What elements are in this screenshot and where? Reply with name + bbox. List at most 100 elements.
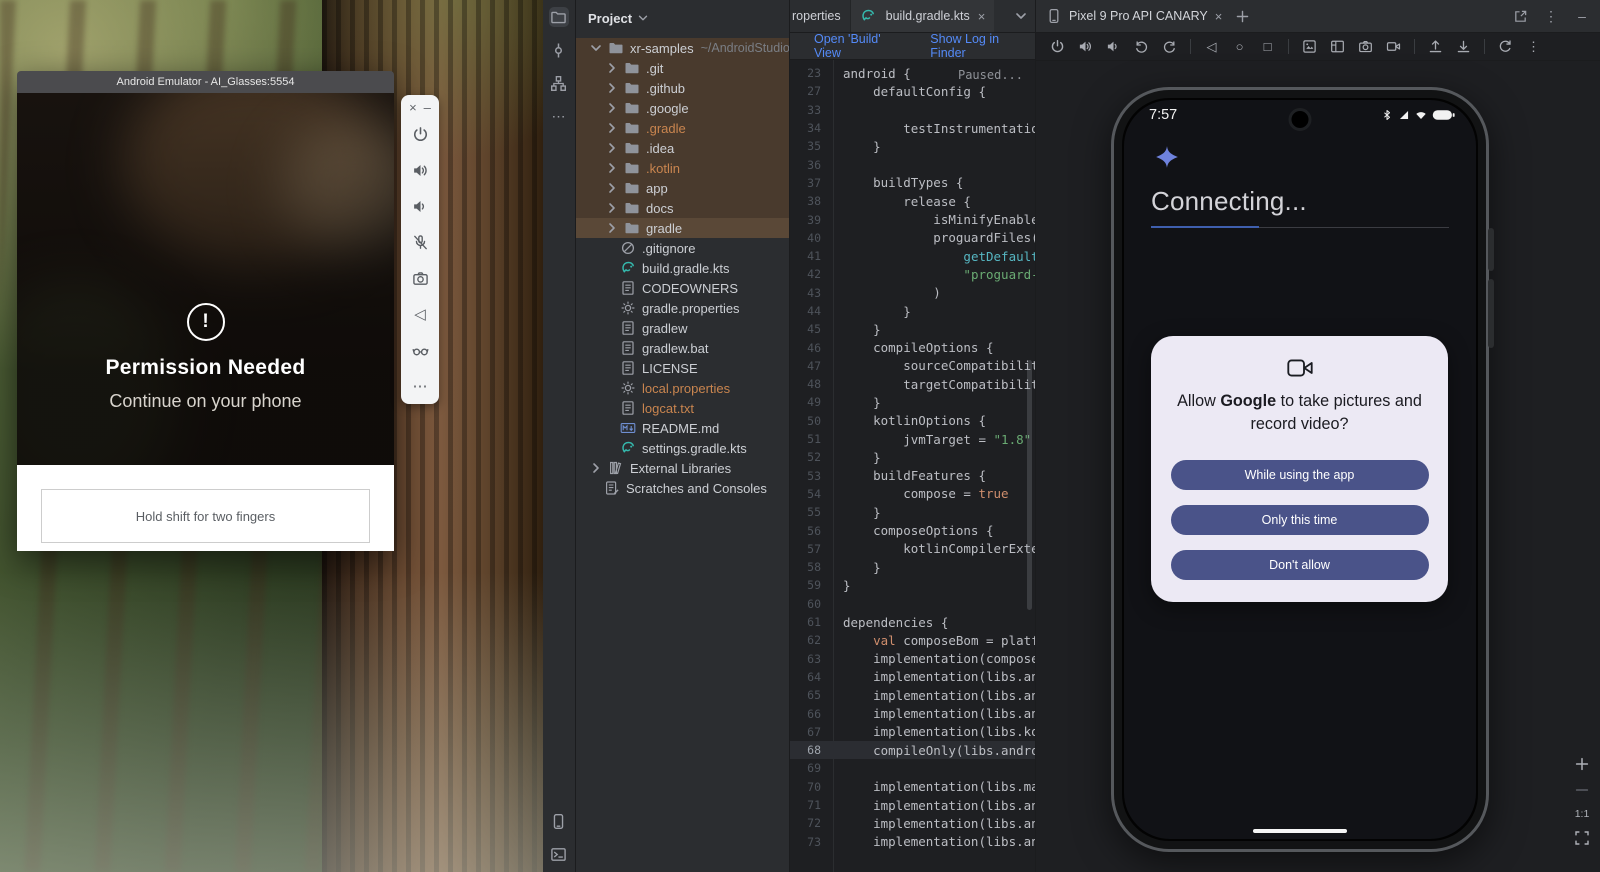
tree-item-external-libraries[interactable]: External Libraries [576, 458, 789, 478]
zoom-out-icon[interactable] [1574, 782, 1590, 798]
fit-screen-icon[interactable] [1574, 830, 1590, 846]
tree-item-label: gradle [646, 221, 682, 236]
open-build-view-link[interactable]: Open 'Build' View [814, 32, 908, 60]
code-line-35: 35 } [790, 137, 1035, 155]
structure-icon[interactable] [549, 73, 569, 93]
gradle-icon [620, 260, 636, 276]
upload-icon[interactable] [1428, 39, 1443, 54]
close-tab-icon[interactable]: × [978, 9, 986, 24]
more-vertical-icon[interactable]: ⋮ [1526, 39, 1541, 54]
volume-down-icon[interactable] [1106, 39, 1121, 54]
dialog-button-while-using-the-app[interactable]: While using the app [1171, 460, 1429, 490]
editor-scrollbar[interactable] [1027, 360, 1032, 610]
camera-icon[interactable] [412, 270, 429, 287]
tree-item-gradlew-bat[interactable]: gradlew.bat [576, 338, 789, 358]
add-device-tab-icon[interactable] [1235, 9, 1250, 24]
emulator-window-title[interactable]: Android Emulator - AI_Glasses:5554 [17, 71, 394, 93]
dialog-button-only-this-time[interactable]: Only this time [1171, 505, 1429, 535]
rotate-right-icon[interactable] [1162, 39, 1177, 54]
tree-item-readme-md[interactable]: README.md [576, 418, 789, 438]
close-device-tab-icon[interactable]: × [1215, 9, 1223, 24]
overview-icon[interactable]: □ [1260, 39, 1275, 54]
line-number: 44 [790, 304, 833, 318]
chevron-right-icon[interactable] [604, 100, 620, 116]
tab-build-gradle-kts[interactable]: build.gradle.kts × [851, 0, 995, 32]
close-icon[interactable]: × [409, 101, 417, 115]
commit-icon[interactable] [549, 40, 569, 60]
power-icon[interactable] [412, 126, 429, 143]
chevron-right-icon[interactable] [604, 160, 620, 176]
chevron-right-icon[interactable] [604, 60, 620, 76]
tree-item-gradlew[interactable]: gradlew [576, 318, 789, 338]
tree-item-docs[interactable]: docs [576, 198, 789, 218]
chevron-right-icon[interactable] [588, 460, 604, 476]
chevron-right-icon[interactable] [604, 140, 620, 156]
tree-item--idea[interactable]: .idea [576, 138, 789, 158]
chevron-right-icon[interactable] [604, 220, 620, 236]
line-number: 63 [790, 652, 833, 666]
device-phone-icon[interactable] [549, 811, 569, 831]
back-icon[interactable]: ◁ [412, 306, 429, 323]
tree-item-build-gradle-kts[interactable]: build.gradle.kts [576, 258, 789, 278]
project-panel-title[interactable]: Project [588, 11, 632, 26]
chevron-right-icon[interactable] [604, 200, 620, 216]
tree-item-app[interactable]: app [576, 178, 789, 198]
tab-gradle-properties[interactable]: roperties [790, 0, 851, 32]
minimize-icon[interactable]: – [424, 101, 431, 115]
emulator-screen[interactable]: ! Permission Needed Continue on your pho… [17, 93, 394, 465]
home-icon[interactable]: ○ [1232, 39, 1247, 54]
rotate-left-icon[interactable] [1134, 39, 1149, 54]
desktop-screen: Android Emulator - AI_Glasses:5554 ! Per… [0, 0, 1600, 872]
hide-panel-icon[interactable]: – [1574, 8, 1590, 24]
back-icon[interactable]: ◁ [1204, 39, 1219, 54]
tree-item--github[interactable]: .github [576, 78, 789, 98]
tree-item--gradle[interactable]: .gradle [576, 118, 789, 138]
chevron-right-icon[interactable] [604, 80, 620, 96]
screenshot-icon[interactable] [1302, 39, 1317, 54]
volume-up-icon[interactable] [1078, 39, 1093, 54]
home-indicator[interactable] [1253, 829, 1347, 833]
camera-icon[interactable] [1358, 39, 1373, 54]
more-icon[interactable]: ⋯ [412, 378, 429, 395]
project-folder-icon[interactable] [549, 7, 569, 27]
chevron-right-icon[interactable] [604, 120, 620, 136]
code-line-60: 60 [790, 595, 1035, 613]
tree-item--git[interactable]: .git [576, 58, 789, 78]
camera-permission-dialog: Allow Google to take pictures and record… [1151, 336, 1448, 602]
tree-item-gradle[interactable]: gradle [576, 218, 789, 238]
tree-item-settings-gradle-kts[interactable]: settings.gradle.kts [576, 438, 789, 458]
chevron-right-icon[interactable] [604, 180, 620, 196]
tree-item--google[interactable]: .google [576, 98, 789, 118]
mic-off-icon[interactable] [412, 234, 429, 251]
video-icon[interactable] [1386, 39, 1401, 54]
chevron-down-icon[interactable] [588, 40, 604, 56]
tree-item--kotlin[interactable]: .kotlin [576, 158, 789, 178]
tree-item-local-properties[interactable]: local.properties [576, 378, 789, 398]
glasses-icon[interactable] [412, 342, 429, 359]
dialog-button-don-t-allow[interactable]: Don't allow [1171, 550, 1429, 580]
more-icon[interactable]: ⋯ [549, 106, 569, 126]
tree-item-logcat-txt[interactable]: logcat.txt [576, 398, 789, 418]
zoom-in-icon[interactable] [1574, 756, 1590, 772]
tree-item-xr-samples[interactable]: xr-samples~/AndroidStudioProje [576, 38, 789, 58]
volume-up-icon[interactable] [412, 162, 429, 179]
power-icon[interactable] [1050, 39, 1065, 54]
terminal-icon[interactable] [549, 844, 569, 864]
show-log-in-finder-link[interactable]: Show Log in Finder [930, 32, 1035, 60]
more-options-icon[interactable]: ⋮ [1543, 8, 1559, 24]
restart-icon[interactable] [1498, 39, 1513, 54]
code-editor[interactable]: 23android {27 defaultConfig {3334 testIn… [790, 60, 1035, 872]
device-screen[interactable]: 7:57 Connecting... Allow Google to take … [1124, 100, 1476, 839]
volume-down-icon[interactable] [412, 198, 429, 215]
device-tab[interactable]: Pixel 9 Pro API CANARY [1069, 9, 1208, 23]
chevron-down-icon[interactable] [636, 11, 650, 25]
tree-item-license[interactable]: LICENSE [576, 358, 789, 378]
tree-item--gitignore[interactable]: .gitignore [576, 238, 789, 258]
layout-icon[interactable] [1330, 39, 1345, 54]
tree-item-scratches-and-consoles[interactable]: Scratches and Consoles [576, 478, 789, 498]
tree-item-codeowners[interactable]: CODEOWNERS [576, 278, 789, 298]
download-icon[interactable] [1456, 39, 1471, 54]
tree-item-gradle-properties[interactable]: gradle.properties [576, 298, 789, 318]
tabs-dropdown-icon[interactable] [1013, 8, 1029, 24]
open-in-window-icon[interactable] [1512, 8, 1528, 24]
